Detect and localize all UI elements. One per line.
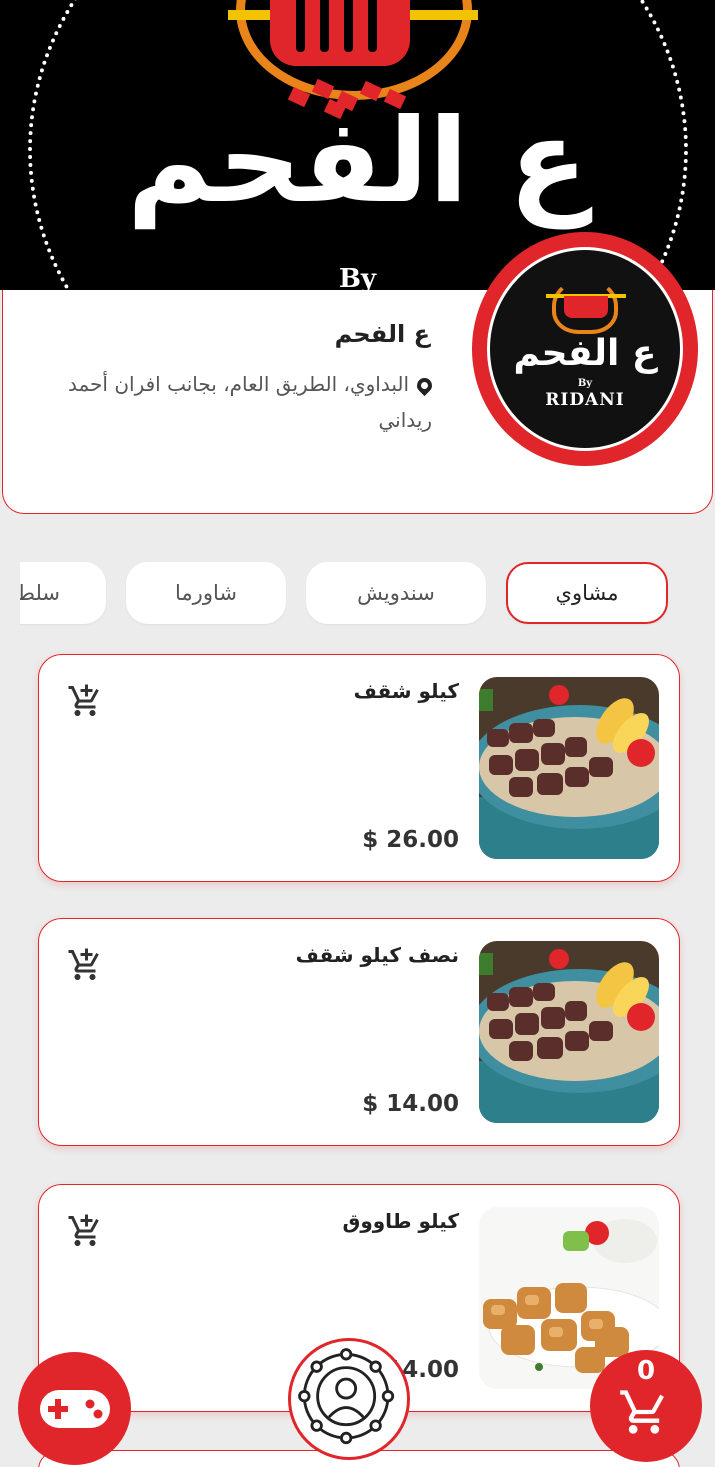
product-card[interactable]: كيلو شقف $ 26.00: [38, 654, 680, 882]
address-text: البداوي، الطريق العام، بجانب افران أحمد …: [67, 372, 432, 432]
tab-salads[interactable]: سلطات: [20, 562, 106, 624]
add-to-cart-icon[interactable]: [67, 1213, 103, 1249]
avatar-by-text: By: [577, 378, 593, 389]
avatar-logo: ع الفحم By RIDANI: [487, 247, 683, 451]
product-title: كيلو شقف: [353, 679, 459, 703]
tab-sandwiches[interactable]: سندويش: [306, 562, 486, 624]
restaurant-avatar: ع الفحم By RIDANI: [472, 232, 698, 466]
product-image: [479, 677, 659, 859]
avatar-brand-text: RIDANI: [545, 390, 625, 410]
product-price: $ 26.00: [362, 827, 459, 853]
gamepad-icon: [40, 1390, 110, 1428]
tab-shawarma[interactable]: شاورما: [126, 562, 286, 624]
add-to-cart-icon[interactable]: [67, 947, 103, 983]
restaurant-address: البداوي، الطريق العام، بجانب افران أحمد …: [52, 366, 436, 438]
cart-count-badge: 0: [636, 1356, 656, 1386]
product-price: $ 14.00: [362, 1091, 459, 1117]
banner-meat: [270, 0, 410, 66]
profile-button[interactable]: [288, 1338, 410, 1460]
location-pin-icon: [413, 374, 436, 397]
banner-logo-text: ع الفحم: [127, 94, 588, 229]
add-to-cart-icon[interactable]: [67, 683, 103, 719]
product-image: [479, 941, 659, 1123]
tab-grills[interactable]: مشاوي: [506, 562, 668, 624]
product-title: كيلو طاووق: [342, 1209, 459, 1233]
product-card[interactable]: نصف كيلو شقف $ 14.00: [38, 918, 680, 1146]
avatar-meat-icon: [564, 296, 608, 318]
game-button[interactable]: [18, 1352, 131, 1465]
restaurant-name: ع الفحم: [334, 320, 430, 348]
cart-icon: [620, 1390, 664, 1434]
cart-button[interactable]: 0: [590, 1350, 702, 1462]
avatar-logo-text: ع الفحم: [513, 333, 657, 374]
product-title: نصف كيلو شقف: [295, 943, 459, 967]
profile-icon: [298, 1348, 395, 1445]
category-tabs: مشاوي سندويش شاورما سلطات: [20, 562, 715, 626]
